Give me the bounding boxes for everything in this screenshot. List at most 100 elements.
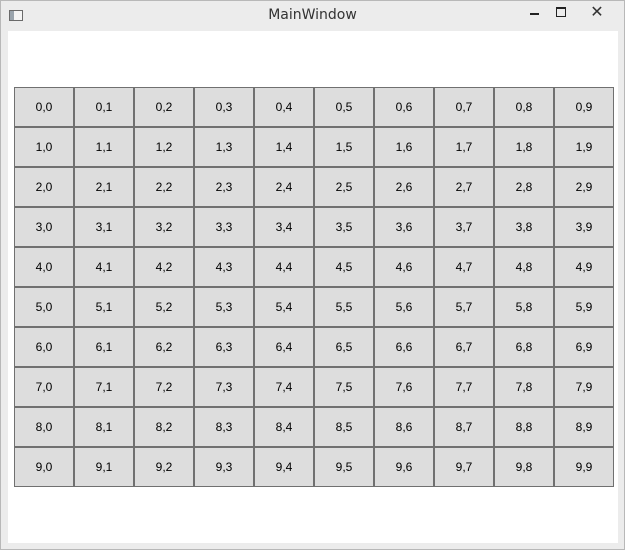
grid-button-7-1[interactable]: 7,1 [74,367,134,407]
grid-button-9-2[interactable]: 9,2 [134,447,194,487]
grid-button-7-5[interactable]: 7,5 [314,367,374,407]
grid-button-3-4[interactable]: 3,4 [254,207,314,247]
grid-button-0-5[interactable]: 0,5 [314,87,374,127]
grid-button-2-8[interactable]: 2,8 [494,167,554,207]
grid-button-2-4[interactable]: 2,4 [254,167,314,207]
grid-button-4-0[interactable]: 4,0 [14,247,74,287]
grid-button-7-3[interactable]: 7,3 [194,367,254,407]
grid-button-7-4[interactable]: 7,4 [254,367,314,407]
grid-button-3-1[interactable]: 3,1 [74,207,134,247]
grid-button-6-7[interactable]: 6,7 [434,327,494,367]
grid-button-1-1[interactable]: 1,1 [74,127,134,167]
grid-button-8-3[interactable]: 8,3 [194,407,254,447]
grid-button-6-1[interactable]: 6,1 [74,327,134,367]
grid-button-2-9[interactable]: 2,9 [554,167,614,207]
grid-button-0-2[interactable]: 0,2 [134,87,194,127]
grid-button-6-8[interactable]: 6,8 [494,327,554,367]
grid-button-5-7[interactable]: 5,7 [434,287,494,327]
grid-button-9-9[interactable]: 9,9 [554,447,614,487]
grid-button-0-1[interactable]: 0,1 [74,87,134,127]
grid-button-1-7[interactable]: 1,7 [434,127,494,167]
grid-button-8-4[interactable]: 8,4 [254,407,314,447]
grid-button-7-8[interactable]: 7,8 [494,367,554,407]
grid-button-1-2[interactable]: 1,2 [134,127,194,167]
grid-button-5-1[interactable]: 5,1 [74,287,134,327]
grid-button-4-8[interactable]: 4,8 [494,247,554,287]
grid-button-9-6[interactable]: 9,6 [374,447,434,487]
grid-button-8-1[interactable]: 8,1 [74,407,134,447]
grid-button-2-1[interactable]: 2,1 [74,167,134,207]
minimize-button[interactable] [521,1,547,23]
grid-button-4-5[interactable]: 4,5 [314,247,374,287]
grid-button-1-4[interactable]: 1,4 [254,127,314,167]
grid-button-1-0[interactable]: 1,0 [14,127,74,167]
grid-button-5-4[interactable]: 5,4 [254,287,314,327]
grid-button-2-2[interactable]: 2,2 [134,167,194,207]
grid-button-4-6[interactable]: 4,6 [374,247,434,287]
grid-button-6-3[interactable]: 6,3 [194,327,254,367]
grid-button-4-2[interactable]: 4,2 [134,247,194,287]
grid-button-6-6[interactable]: 6,6 [374,327,434,367]
grid-button-2-3[interactable]: 2,3 [194,167,254,207]
grid-button-0-6[interactable]: 0,6 [374,87,434,127]
grid-button-3-0[interactable]: 3,0 [14,207,74,247]
grid-button-7-2[interactable]: 7,2 [134,367,194,407]
grid-button-3-9[interactable]: 3,9 [554,207,614,247]
grid-button-2-0[interactable]: 2,0 [14,167,74,207]
grid-button-8-8[interactable]: 8,8 [494,407,554,447]
grid-button-5-9[interactable]: 5,9 [554,287,614,327]
grid-button-0-8[interactable]: 0,8 [494,87,554,127]
grid-button-6-4[interactable]: 6,4 [254,327,314,367]
grid-button-7-7[interactable]: 7,7 [434,367,494,407]
maximize-button[interactable] [548,1,574,23]
grid-button-9-3[interactable]: 9,3 [194,447,254,487]
grid-button-9-4[interactable]: 9,4 [254,447,314,487]
grid-button-3-5[interactable]: 3,5 [314,207,374,247]
grid-button-4-9[interactable]: 4,9 [554,247,614,287]
grid-button-3-2[interactable]: 3,2 [134,207,194,247]
grid-button-0-0[interactable]: 0,0 [14,87,74,127]
grid-button-1-6[interactable]: 1,6 [374,127,434,167]
grid-button-6-5[interactable]: 6,5 [314,327,374,367]
grid-button-1-9[interactable]: 1,9 [554,127,614,167]
grid-button-4-1[interactable]: 4,1 [74,247,134,287]
grid-button-6-0[interactable]: 6,0 [14,327,74,367]
grid-button-3-8[interactable]: 3,8 [494,207,554,247]
grid-button-9-1[interactable]: 9,1 [74,447,134,487]
grid-button-8-2[interactable]: 8,2 [134,407,194,447]
grid-button-8-9[interactable]: 8,9 [554,407,614,447]
grid-button-1-3[interactable]: 1,3 [194,127,254,167]
grid-button-1-8[interactable]: 1,8 [494,127,554,167]
grid-button-5-2[interactable]: 5,2 [134,287,194,327]
grid-button-5-0[interactable]: 5,0 [14,287,74,327]
grid-button-0-9[interactable]: 0,9 [554,87,614,127]
grid-button-2-6[interactable]: 2,6 [374,167,434,207]
grid-button-3-7[interactable]: 3,7 [434,207,494,247]
grid-button-7-9[interactable]: 7,9 [554,367,614,407]
grid-button-5-6[interactable]: 5,6 [374,287,434,327]
grid-button-4-7[interactable]: 4,7 [434,247,494,287]
grid-button-7-6[interactable]: 7,6 [374,367,434,407]
grid-button-8-7[interactable]: 8,7 [434,407,494,447]
close-button[interactable]: ✕ [575,1,619,23]
grid-button-2-7[interactable]: 2,7 [434,167,494,207]
grid-button-5-3[interactable]: 5,3 [194,287,254,327]
grid-button-5-5[interactable]: 5,5 [314,287,374,327]
grid-button-4-4[interactable]: 4,4 [254,247,314,287]
title-bar[interactable]: MainWindow ✕ [1,1,624,31]
grid-button-9-7[interactable]: 9,7 [434,447,494,487]
grid-button-7-0[interactable]: 7,0 [14,367,74,407]
grid-button-6-2[interactable]: 6,2 [134,327,194,367]
grid-button-8-6[interactable]: 8,6 [374,407,434,447]
grid-button-1-5[interactable]: 1,5 [314,127,374,167]
grid-button-3-3[interactable]: 3,3 [194,207,254,247]
grid-button-9-8[interactable]: 9,8 [494,447,554,487]
grid-button-8-5[interactable]: 8,5 [314,407,374,447]
grid-button-0-4[interactable]: 0,4 [254,87,314,127]
grid-button-4-3[interactable]: 4,3 [194,247,254,287]
grid-button-2-5[interactable]: 2,5 [314,167,374,207]
grid-button-9-0[interactable]: 9,0 [14,447,74,487]
grid-button-6-9[interactable]: 6,9 [554,327,614,367]
grid-button-8-0[interactable]: 8,0 [14,407,74,447]
grid-button-0-7[interactable]: 0,7 [434,87,494,127]
